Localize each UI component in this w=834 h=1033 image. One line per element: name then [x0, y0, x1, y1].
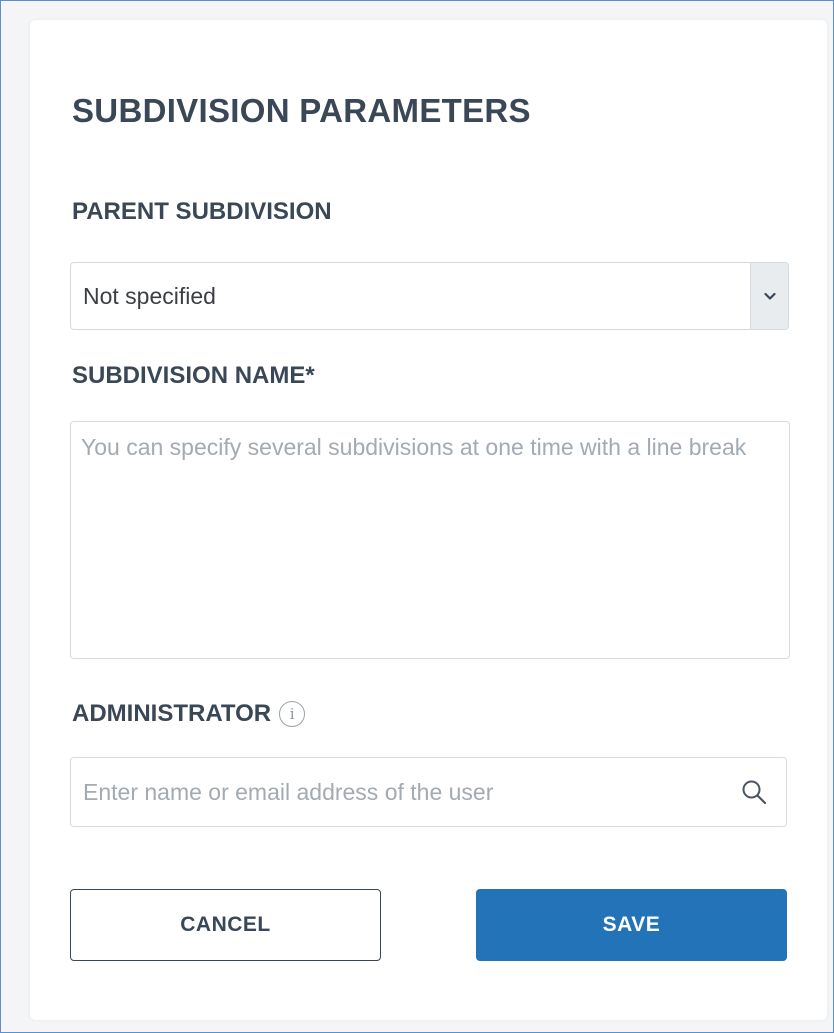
- administrator-label-row: ADMINISTRATOR i: [72, 700, 306, 728]
- administrator-search-field[interactable]: [70, 757, 787, 827]
- cancel-button[interactable]: CANCEL: [70, 889, 381, 961]
- subdivision-name-label: SUBDIVISION NAME*: [72, 362, 315, 389]
- administrator-label: ADMINISTRATOR: [72, 700, 272, 727]
- dropdown-toggle[interactable]: [750, 263, 788, 329]
- administrator-search-input[interactable]: [83, 758, 713, 826]
- dialog-title: SUBDIVISION PARAMETERS: [72, 92, 531, 129]
- parent-subdivision-label: PARENT SUBDIVISION: [72, 198, 332, 225]
- search-icon[interactable]: [740, 778, 768, 806]
- info-icon[interactable]: i: [279, 701, 306, 727]
- parent-subdivision-select[interactable]: Not specified: [70, 262, 789, 330]
- parent-subdivision-value: Not specified: [83, 283, 216, 309]
- chevron-down-icon: [763, 292, 776, 300]
- save-button[interactable]: SAVE: [476, 889, 787, 961]
- subdivision-name-textarea[interactable]: [70, 421, 790, 659]
